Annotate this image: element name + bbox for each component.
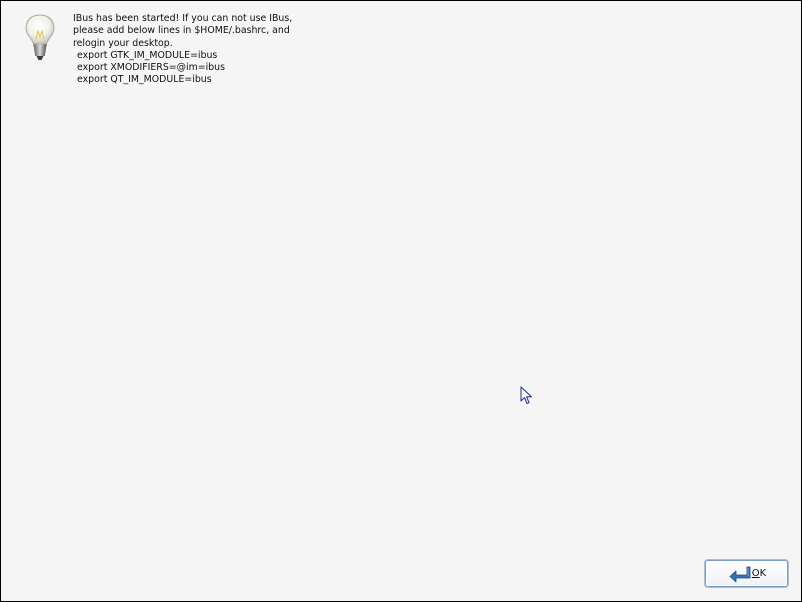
command-line-xmodifiers: export XMODIFIERS=@im=ibus xyxy=(77,62,225,74)
command-line-gtk: export GTK_IM_MODULE=ibus xyxy=(77,49,218,61)
return-arrow-icon xyxy=(727,564,751,584)
lightbulb-icon xyxy=(23,13,57,63)
ok-mnemonic: O xyxy=(751,568,760,579)
command-line-qt: export QT_IM_MODULE=ibus xyxy=(77,74,212,86)
ok-button-label: OK xyxy=(752,568,766,579)
dialog-message: IBus has been started! If you can not us… xyxy=(73,13,313,87)
ibus-info-dialog: IBus has been started! If you can not us… xyxy=(1,1,801,601)
mouse-pointer-icon xyxy=(520,386,534,406)
ok-label-rest: K xyxy=(759,568,767,579)
ok-button[interactable]: OK xyxy=(705,560,788,587)
message-intro-text: IBus has been started! If you can not us… xyxy=(73,13,293,49)
